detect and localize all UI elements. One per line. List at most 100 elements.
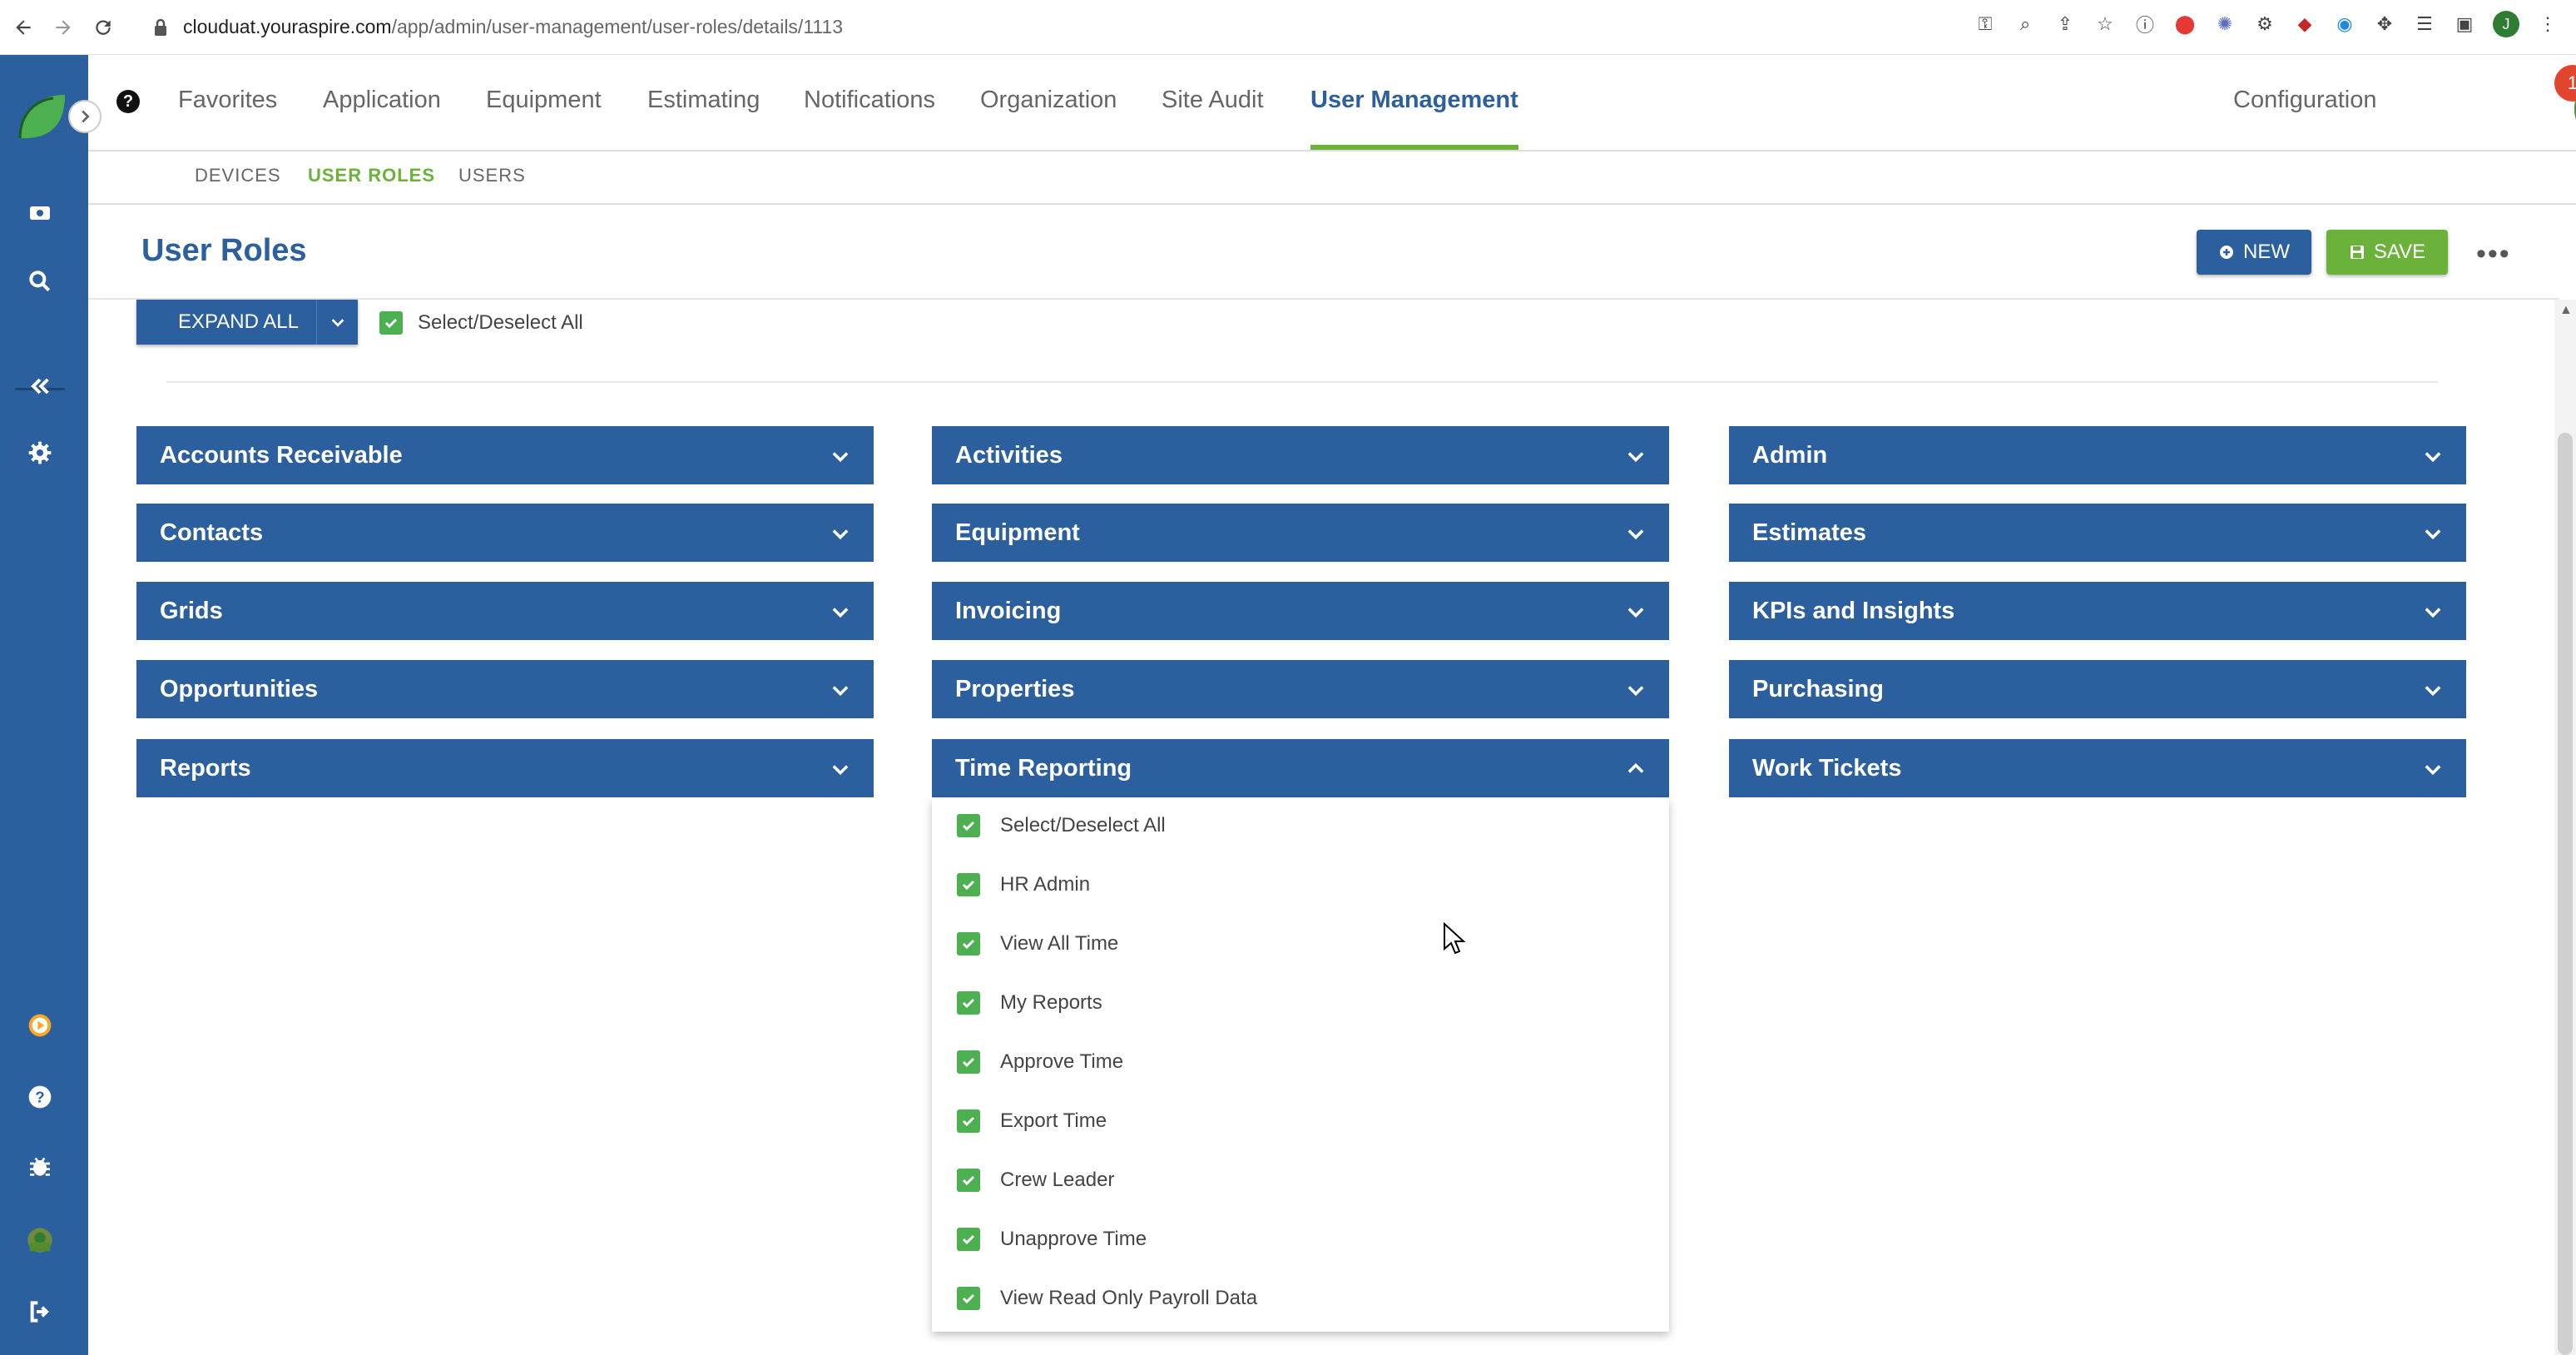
- subnav-devices[interactable]: DEVICES: [195, 165, 281, 186]
- panel-reports[interactable]: Reports: [136, 739, 874, 797]
- reload-icon[interactable]: [87, 11, 120, 44]
- chevron-down-icon: [832, 686, 849, 697]
- sidepanel-icon[interactable]: ▣: [2453, 12, 2476, 36]
- rail-expand-chevron-icon[interactable]: [68, 100, 102, 133]
- nav-organization[interactable]: Organization: [980, 87, 1117, 114]
- zoom-icon[interactable]: ⌕: [2014, 12, 2037, 36]
- mouse-cursor-icon: [1444, 922, 1466, 955]
- collapse-double-chevron-icon[interactable]: [23, 370, 57, 403]
- extension-settings-icon[interactable]: ⚙: [2253, 12, 2276, 36]
- more-options-icon[interactable]: •••: [2476, 238, 2511, 271]
- dashboard-icon[interactable]: [23, 196, 57, 230]
- permission-item[interactable]: HR Admin: [957, 873, 1090, 896]
- alert-count-badge[interactable]: 1: [2554, 65, 2576, 102]
- extension-gear-blue-icon[interactable]: ✺: [2213, 12, 2237, 36]
- permission-item[interactable]: Unapprove Time: [957, 1228, 1147, 1251]
- nav-notifications[interactable]: Notifications: [804, 87, 935, 114]
- bug-report-icon[interactable]: [23, 1150, 57, 1184]
- share-icon[interactable]: ⇪: [2053, 12, 2077, 36]
- scrollbar-thumb[interactable]: [2558, 433, 2573, 1355]
- checkbox-checked-icon[interactable]: [957, 1050, 980, 1074]
- checkbox-checked-icon[interactable]: [957, 932, 980, 955]
- nav-site-audit[interactable]: Site Audit: [1162, 87, 1264, 114]
- reading-list-icon[interactable]: ☰: [2413, 12, 2436, 36]
- panel-label: Estimates: [1752, 519, 1867, 546]
- star-icon[interactable]: ☆: [2093, 12, 2117, 36]
- checkbox-checked-icon[interactable]: [957, 1109, 980, 1133]
- chevron-down-icon: [832, 452, 849, 463]
- subnav-users[interactable]: USERS: [458, 165, 526, 186]
- panel-purchasing[interactable]: Purchasing: [1729, 660, 2466, 718]
- nav-configuration[interactable]: Configuration: [2233, 87, 2377, 114]
- extension-info-icon[interactable]: ⓘ: [2133, 12, 2157, 36]
- expand-all-button[interactable]: EXPAND ALL: [136, 300, 358, 345]
- panel-equipment[interactable]: Equipment: [932, 504, 1669, 562]
- permission-item[interactable]: Export Time: [957, 1109, 1107, 1133]
- extension-circle-icon[interactable]: ◉: [2333, 12, 2356, 36]
- forward-icon[interactable]: [47, 11, 80, 44]
- extension-pin-icon[interactable]: ◆: [2293, 12, 2316, 36]
- panel-kpis-and-insights[interactable]: KPIs and Insights: [1729, 582, 2466, 640]
- checkbox-checked-icon[interactable]: [957, 873, 980, 896]
- settings-gear-icon[interactable]: [23, 436, 57, 469]
- back-icon[interactable]: [7, 11, 40, 44]
- panel-label: Opportunities: [160, 675, 319, 702]
- panel-time-reporting[interactable]: Time Reporting: [932, 739, 1669, 797]
- panel-label: Purchasing: [1752, 675, 1884, 702]
- checkbox-checked-icon[interactable]: [957, 1228, 980, 1251]
- checkbox-checked-icon[interactable]: [957, 991, 980, 1015]
- profile-avatar[interactable]: J: [2493, 11, 2519, 37]
- nav-estimating[interactable]: Estimating: [647, 87, 760, 114]
- nav-favorites[interactable]: Favorites: [178, 87, 277, 114]
- panel-label: Time Reporting: [955, 754, 1132, 782]
- user-avatar[interactable]: [23, 1223, 57, 1257]
- nav-application[interactable]: Application: [323, 87, 441, 114]
- permission-item[interactable]: View Read Only Payroll Data: [957, 1287, 1257, 1310]
- panel-estimates[interactable]: Estimates: [1729, 504, 2466, 562]
- panel-label: Reports: [160, 754, 251, 782]
- panel-label: Admin: [1752, 441, 1828, 469]
- nav-equipment[interactable]: Equipment: [486, 87, 602, 114]
- panel-grids[interactable]: Grids: [136, 582, 874, 640]
- panel-accounts-receivable[interactable]: Accounts Receivable: [136, 426, 874, 484]
- panel-label: Invoicing: [955, 597, 1062, 624]
- panel-opportunities[interactable]: Opportunities: [136, 660, 874, 718]
- panel-contacts[interactable]: Contacts: [136, 504, 874, 562]
- scroll-up-arrow-icon[interactable]: ▲: [2559, 303, 2573, 318]
- logout-icon[interactable]: [23, 1295, 57, 1328]
- key-icon[interactable]: ⚿: [1974, 12, 1997, 36]
- subnav-user-roles[interactable]: USER ROLES: [308, 165, 435, 186]
- permission-item[interactable]: Crew Leader: [957, 1169, 1114, 1192]
- checkbox-checked-icon[interactable]: [957, 1287, 980, 1310]
- checkbox-checked-icon[interactable]: [379, 311, 403, 335]
- address-bar[interactable]: clouduat.youraspire.com/app/admin/user-m…: [183, 16, 843, 38]
- chevron-down-icon[interactable]: [316, 300, 358, 345]
- permission-item[interactable]: Select/Deselect All: [957, 814, 1166, 837]
- menu-kebab-icon[interactable]: ⋮: [2536, 12, 2559, 36]
- checkbox-checked-icon[interactable]: [957, 814, 980, 837]
- panel-label: Equipment: [955, 519, 1080, 546]
- save-button[interactable]: SAVE: [2326, 230, 2448, 275]
- panel-properties[interactable]: Properties: [932, 660, 1669, 718]
- header-divider: [88, 298, 2559, 300]
- new-button[interactable]: NEW: [2197, 230, 2311, 275]
- global-select-all[interactable]: Select/Deselect All: [379, 311, 583, 335]
- url-path: /app/admin/user-management/user-roles/de…: [391, 16, 844, 37]
- extension-red-icon[interactable]: ⬤: [2173, 12, 2197, 36]
- permission-item[interactable]: View All Time: [957, 932, 1118, 955]
- nav-user-management[interactable]: User Management: [1310, 87, 1518, 114]
- panel-admin[interactable]: Admin: [1729, 426, 2466, 484]
- panel-invoicing[interactable]: Invoicing: [932, 582, 1669, 640]
- play-video-icon[interactable]: [23, 1009, 57, 1042]
- permission-item[interactable]: My Reports: [957, 991, 1102, 1015]
- help-icon[interactable]: ?: [23, 1080, 57, 1114]
- chevron-down-icon: [832, 608, 849, 618]
- panel-work-tickets[interactable]: Work Tickets: [1729, 739, 2466, 797]
- puzzle-icon[interactable]: ✥: [2373, 12, 2396, 36]
- question-icon[interactable]: ?: [116, 90, 140, 113]
- permission-item[interactable]: Approve Time: [957, 1050, 1123, 1074]
- panel-activities[interactable]: Activities: [932, 426, 1669, 484]
- aspire-logo[interactable]: [12, 88, 70, 146]
- search-icon[interactable]: [23, 265, 57, 298]
- checkbox-checked-icon[interactable]: [957, 1169, 980, 1192]
